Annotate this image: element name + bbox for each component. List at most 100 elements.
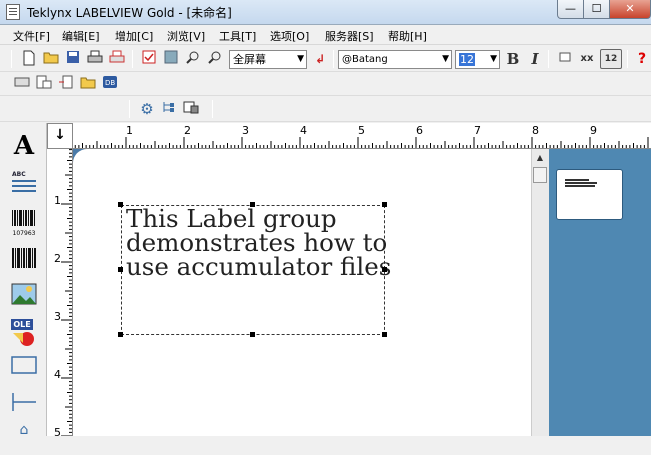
menu-options[interactable]: 选项[O] (270, 28, 309, 44)
menu-file[interactable]: 文件[F] (13, 28, 50, 44)
vertical-scrollbar[interactable] (531, 149, 549, 436)
menu-add[interactable]: 增加[C] (115, 28, 153, 44)
resize-handle-s[interactable] (250, 332, 255, 337)
v-ruler-label-3: 3 (54, 310, 61, 323)
text-size-badge-button[interactable]: 12 (600, 49, 622, 69)
label-text-line-3: use accumulator files (126, 252, 392, 281)
font-size-select[interactable]: 12 ▼ (455, 50, 500, 69)
app-icon (6, 4, 20, 20)
label-text-object[interactable]: This Label group demonstrates how to use… (126, 206, 396, 281)
tree-icon[interactable] (160, 100, 178, 118)
resize-handle-ne[interactable] (382, 202, 387, 207)
properties-icon[interactable] (140, 50, 158, 68)
preview-line (565, 179, 589, 181)
print-setup-icon[interactable] (182, 100, 200, 118)
line-icon (12, 393, 36, 411)
help-button[interactable]: ? (633, 50, 651, 68)
line-tool-button[interactable] (9, 391, 39, 421)
resize-handle-e[interactable] (382, 267, 387, 272)
zoom-select-value: 全屏幕 (233, 53, 266, 66)
window-title: Teklynx LABELVIEW Gold - [未命名] (27, 6, 232, 20)
ruler-origin-button[interactable]: ↓ (47, 123, 73, 149)
zoom-select[interactable]: 全屏幕 ▼ (229, 50, 307, 69)
h-ruler-label-8: 8 (532, 124, 539, 137)
preview-line (565, 182, 597, 184)
toolbar-separator (333, 50, 334, 68)
chevron-down-icon: ▼ (490, 54, 497, 64)
barcode-2d-tool-button[interactable] (9, 247, 39, 277)
open-data-icon[interactable] (79, 75, 97, 93)
h-ruler-label-6: 6 (416, 124, 423, 137)
h-ruler-label-7: 7 (474, 124, 481, 137)
svg-text:DB: DB (105, 79, 115, 87)
h-ruler-label-4: 4 (300, 124, 307, 137)
redraw-icon[interactable]: ↲ (311, 50, 329, 68)
rectangle-icon (11, 356, 37, 374)
toolbar-separator (627, 50, 628, 68)
toolbar-separator (548, 50, 549, 68)
font-select-value: @Batang (342, 54, 388, 65)
text-tool-button[interactable]: A (9, 131, 39, 161)
h-ruler-label-9: 9 (590, 124, 597, 137)
pdf417-icon (12, 248, 36, 268)
menu-server[interactable]: 服务器[S] (325, 28, 374, 44)
scrollbar-thumb[interactable] (533, 167, 547, 183)
barcode-icon (12, 210, 35, 226)
maximize-button[interactable]: ☐ (583, 0, 610, 19)
polygon-tool-button[interactable]: ⌂ (9, 423, 39, 455)
counter-icon[interactable] (57, 75, 75, 93)
resize-handle-n[interactable] (250, 202, 255, 207)
paragraph-tool-button[interactable]: ABC (9, 171, 39, 201)
strike-button[interactable]: xx (578, 50, 596, 68)
resize-handle-se[interactable] (382, 332, 387, 337)
toolbar-separator (11, 50, 12, 68)
v-ruler-label-5: 5 (54, 426, 61, 436)
save-icon[interactable] (64, 50, 82, 68)
zoom-out-icon[interactable] (206, 50, 224, 68)
font-size-value: 12 (459, 53, 475, 66)
database-link-icon[interactable] (13, 75, 31, 93)
resize-handle-nw[interactable] (118, 202, 123, 207)
resize-handle-w[interactable] (118, 267, 123, 272)
standard-toolbar: 全屏幕 ▼ ↲ @Batang ▼ 12 ▼ B I xx 12 ? (0, 46, 651, 72)
close-button[interactable]: ✕ (609, 0, 651, 19)
resize-handle-sw[interactable] (118, 332, 123, 337)
menu-view[interactable]: 浏览[V] (167, 28, 205, 44)
rectangle-tool-button[interactable] (9, 355, 39, 385)
secondary-toolbar: DB (0, 72, 651, 96)
bold-button[interactable]: B (504, 50, 522, 68)
open-folder-icon[interactable] (42, 50, 60, 68)
minimize-button[interactable]: — (557, 0, 584, 19)
v-ruler-label-4: 4 (54, 368, 61, 381)
toolbar-separator (212, 100, 213, 118)
toolbar-separator (132, 50, 133, 68)
font-select[interactable]: @Batang ▼ (338, 50, 452, 69)
image-tool-button[interactable] (9, 283, 39, 313)
grid-icon[interactable] (162, 50, 180, 68)
ole-tool-button[interactable]: OLE (9, 319, 39, 349)
menu-edit[interactable]: 编辑[E] (62, 28, 100, 44)
h-ruler-label-3: 3 (242, 124, 249, 137)
gear-icon[interactable]: ⚙ (138, 100, 156, 118)
tertiary-toolbar: ⚙ (0, 96, 651, 122)
text-options-icon[interactable] (556, 50, 574, 68)
menu-help[interactable]: 帮助[H] (388, 28, 427, 44)
zoom-in-icon[interactable] (184, 50, 202, 68)
v-ruler-label-2: 2 (54, 252, 61, 265)
menu-tools[interactable]: 工具[T] (219, 28, 256, 44)
title-bar: Teklynx LABELVIEW Gold - [未命名] — ☐ ✕ (0, 0, 651, 25)
tool-palette: A ABC 107963 OLE ⌂ (0, 123, 47, 437)
italic-button[interactable]: I (526, 50, 544, 68)
form-icon[interactable] (35, 75, 53, 93)
scroll-up-arrow-icon[interactable]: ▲ (532, 150, 548, 166)
toolbar-separator (129, 100, 130, 118)
barcode-tool-button[interactable]: 107963 (9, 209, 39, 239)
new-file-icon[interactable] (20, 50, 38, 68)
database-icon[interactable]: DB (101, 75, 119, 93)
menu-bar: 文件[F] 编辑[E] 增加[C] 浏览[V] 工具[T] 选项[O] 服务器[… (0, 25, 651, 45)
label-preview-thumbnail[interactable] (556, 169, 623, 220)
print-icon[interactable] (86, 50, 104, 68)
print-preview-icon[interactable] (108, 50, 126, 68)
h-ruler-label-1: 1 (126, 124, 133, 137)
picture-icon (11, 283, 37, 305)
